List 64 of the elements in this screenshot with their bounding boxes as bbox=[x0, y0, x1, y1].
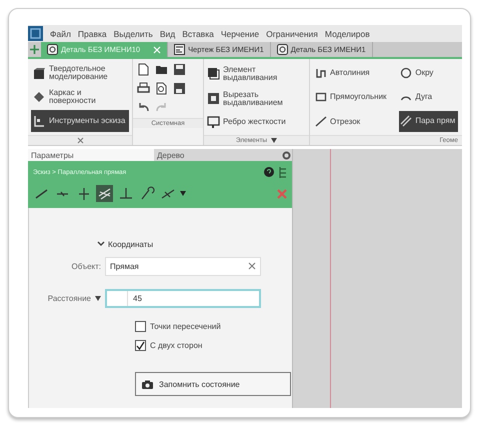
object-field[interactable]: Прямая bbox=[105, 256, 261, 276]
line-tool-icon bbox=[138, 186, 154, 202]
ribbon-button[interactable]: Отрезок bbox=[314, 110, 390, 132]
camera-icon bbox=[142, 380, 153, 388]
menu-item[interactable]: Вид bbox=[160, 28, 176, 38]
field-label: Расстояние bbox=[48, 294, 91, 302]
ribbon-button[interactable]: Дуга bbox=[399, 86, 458, 108]
geometry-icon bbox=[315, 90, 327, 103]
menu-item[interactable]: Черчение bbox=[220, 28, 260, 38]
field-label: Объект: bbox=[72, 262, 101, 270]
mode-label: Инструменты эскиза bbox=[49, 117, 126, 125]
mode-label: Твердотельное моделирование bbox=[49, 65, 109, 81]
geometry-icon bbox=[315, 115, 327, 128]
line-tool-icon bbox=[118, 186, 134, 202]
print-icon[interactable] bbox=[137, 82, 150, 95]
caret-icon[interactable] bbox=[180, 191, 186, 196]
menu-item[interactable]: Правка bbox=[78, 28, 107, 38]
distance-field[interactable]: 45 bbox=[105, 288, 261, 308]
caret-icon[interactable] bbox=[95, 296, 101, 300]
new-file-icon[interactable] bbox=[137, 63, 150, 76]
plus-icon[interactable] bbox=[28, 42, 41, 57]
ribbon-button[interactable]: Ребро жесткости bbox=[207, 116, 306, 128]
menu-item[interactable]: Выделить bbox=[114, 28, 153, 38]
menu-item[interactable]: Моделиров bbox=[324, 28, 370, 38]
clear-icon[interactable] bbox=[248, 262, 256, 270]
save-as-icon[interactable] bbox=[173, 82, 186, 95]
settings-icon[interactable] bbox=[282, 150, 290, 160]
panel-tab[interactable]: Дерево bbox=[154, 149, 280, 161]
checkbox[interactable] bbox=[135, 340, 146, 351]
geometry-icon bbox=[400, 66, 412, 79]
mode-label: Каркас и поверхности bbox=[49, 89, 97, 105]
drawing-icon bbox=[174, 44, 186, 55]
help-icon[interactable] bbox=[264, 167, 274, 177]
undo-icon[interactable] bbox=[137, 101, 150, 114]
ribbon-button[interactable]: Вырезать выдавливанием bbox=[207, 90, 306, 106]
panel-tab[interactable]: Параметры bbox=[28, 149, 154, 161]
checkbox[interactable] bbox=[135, 321, 146, 332]
tree-icon[interactable] bbox=[279, 166, 287, 178]
menu-item[interactable]: Файл bbox=[50, 28, 71, 38]
section-header[interactable]: Координаты bbox=[108, 240, 154, 248]
tool-button[interactable] bbox=[96, 185, 113, 202]
save-state-button[interactable]: Запомнить состояние bbox=[135, 372, 291, 396]
collapse-icon[interactable] bbox=[76, 137, 84, 144]
menu-item[interactable]: Ограничения bbox=[266, 28, 318, 38]
folder-icon[interactable] bbox=[155, 63, 168, 76]
app-logo-icon bbox=[28, 26, 43, 41]
ribbon-button[interactable]: Прямоугольник bbox=[314, 86, 390, 108]
mode-button[interactable]: Каркас и поверхности bbox=[31, 86, 129, 108]
mode-button[interactable]: Твердотельное моделирование bbox=[31, 62, 129, 84]
menu-item[interactable]: Вставка bbox=[182, 28, 214, 38]
ribbon-button[interactable]: Автолиния bbox=[314, 62, 390, 84]
checkbox-label: С двух сторон bbox=[150, 341, 202, 350]
line-tool-icon bbox=[96, 186, 112, 202]
ribbon-button[interactable]: Пара прям bbox=[399, 110, 458, 132]
chevron-icon[interactable] bbox=[97, 241, 105, 247]
checkbox-label: Точки пересечений bbox=[150, 322, 221, 331]
save-icon[interactable] bbox=[173, 63, 186, 76]
ribbon-button[interactable]: Элемент выдавливания bbox=[207, 66, 306, 82]
mode-button[interactable]: Инструменты эскиза bbox=[31, 110, 129, 132]
ribbon-button[interactable]: Окру bbox=[399, 62, 458, 84]
preview-icon[interactable] bbox=[155, 82, 168, 95]
caret-icon[interactable] bbox=[271, 138, 278, 143]
geometry-icon bbox=[315, 66, 327, 79]
geometry-icon bbox=[400, 115, 412, 128]
